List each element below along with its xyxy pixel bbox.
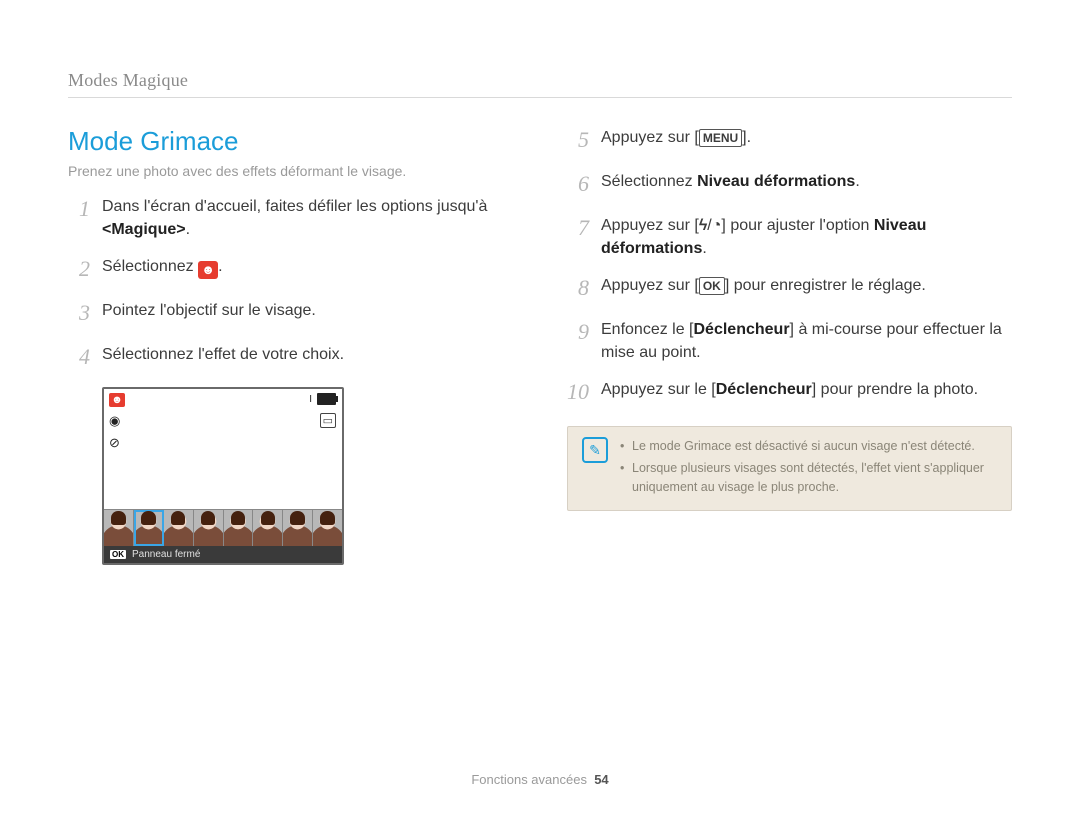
step-10: 10 Appuyez sur le [Déclencheur] pour pren… (567, 378, 1012, 408)
step-number: 10 (567, 376, 589, 408)
effect-thumb[interactable] (224, 510, 254, 546)
page-title: Mode Grimace (68, 126, 513, 157)
step-6: 6 Sélectionnez Niveau déformations. (567, 170, 1012, 200)
notes-list: Le mode Grimace est désactivé si aucun v… (620, 437, 997, 499)
effect-thumb[interactable] (164, 510, 194, 546)
step-body: Pointez l'objectif sur le visage. (102, 299, 513, 322)
step-text: Dans l'écran d'accueil, faites défiler l… (102, 198, 487, 215)
grimace-mode-icon (198, 261, 218, 279)
exposure-indicator-icon: I (309, 394, 314, 405)
note-item: Le mode Grimace est désactivé si aucun v… (620, 437, 997, 455)
step-7: 7 Appuyez sur [ϟ/◔] pour ajuster l'option… (567, 214, 1012, 260)
step-number: 9 (567, 316, 589, 348)
camera-preview: ☻ ◉ ⊘ ▭ I OK Panneau fermé (102, 387, 344, 565)
step-body: Sélectionnez l'effet de votre choix. (102, 343, 513, 366)
step-body: Appuyez sur le [Déclencheur] pour prendr… (601, 378, 1012, 401)
step-bold: Déclencheur (694, 321, 790, 338)
effect-thumb[interactable] (313, 510, 342, 546)
breadcrumb: Modes Magique (68, 70, 1012, 91)
step-number: 4 (68, 341, 90, 373)
step-bold: Niveau déformations (697, 173, 855, 190)
step-body: Dans l'écran d'accueil, faites défiler l… (102, 195, 513, 241)
step-8: 8 Appuyez sur [OK] pour enregistrer le ré… (567, 274, 1012, 304)
card-icon: ▭ (320, 413, 336, 428)
preview-footer-text: Panneau fermé (132, 549, 200, 560)
step-bold: Déclencheur (716, 381, 812, 398)
step-text: Appuyez sur [ (601, 217, 699, 234)
footer-label: Fonctions avancées (471, 772, 587, 787)
page-footer: Fonctions avancées 54 (0, 772, 1080, 787)
subtitle: Prenez une photo avec des effets déforma… (68, 163, 513, 179)
left-column: Mode Grimace Prenez une photo avec des e… (68, 126, 513, 565)
face-detect-icon: ◉ (109, 413, 120, 429)
effect-thumb[interactable] (104, 510, 134, 546)
menu-button-icon: MENU (699, 129, 742, 147)
step-number: 2 (68, 253, 90, 285)
effect-thumb[interactable] (194, 510, 224, 546)
step-text: ] pour ajuster l'option (721, 217, 873, 234)
effect-thumb[interactable] (134, 510, 164, 546)
step-body: Appuyez sur [ϟ/◔] pour ajuster l'option … (601, 214, 1012, 260)
ok-badge-icon: OK (110, 550, 126, 559)
battery-icon (317, 393, 336, 405)
step-text: . (702, 240, 706, 257)
step-1: 1 Dans l'écran d'accueil, faites défiler… (68, 195, 513, 241)
right-column: 5Appuyez sur [MENU].6Sélectionnez Niveau… (567, 126, 1012, 565)
step-5: 5 Appuyez sur [MENU]. (567, 126, 1012, 156)
page-number: 54 (594, 772, 608, 787)
divider (68, 97, 1012, 98)
step-text: Appuyez sur [ (601, 129, 699, 146)
ok-button-icon: OK (699, 277, 725, 295)
step-body: Sélectionnez . (102, 255, 513, 279)
note-icon: ✎ (582, 437, 608, 463)
step-text: . (855, 173, 859, 190)
step-text: Sélectionnez (102, 258, 198, 275)
step-3: 3 Pointez l'objectif sur le visage. (68, 299, 513, 329)
step-body: Appuyez sur [OK] pour enregistrer le rég… (601, 274, 1012, 297)
step-text: ] pour enregistrer le réglage. (725, 277, 926, 294)
step-9: 9 Enfoncez le [Déclencheur] à mi-course p… (567, 318, 1012, 364)
effect-thumb[interactable] (253, 510, 283, 546)
timer-icon: ◔ (712, 217, 722, 234)
step-body: Appuyez sur [MENU]. (601, 126, 1012, 149)
step-body: Enfoncez le [Déclencheur] à mi-course po… (601, 318, 1012, 364)
step-text: Appuyez sur le [ (601, 381, 716, 398)
right-steps-list: 5Appuyez sur [MENU].6Sélectionnez Niveau… (567, 126, 1012, 408)
step-number: 3 (68, 297, 90, 329)
left-steps-list: 1 Dans l'écran d'accueil, faites défiler… (68, 195, 513, 373)
flash-off-icon: ⊘ (109, 435, 120, 451)
step-text: ] pour prendre la photo. (812, 381, 978, 398)
step-number: 6 (567, 168, 589, 200)
step-4: 4 Sélectionnez l'effet de votre choix. (68, 343, 513, 373)
note-item: Lorsque plusieurs visages sont détectés,… (620, 459, 997, 495)
step-2: 2 Sélectionnez . (68, 255, 513, 285)
step-number: 7 (567, 212, 589, 244)
step-text: . (218, 258, 222, 275)
step-text: . (186, 221, 190, 238)
step-text: Sélectionnez (601, 173, 697, 190)
grimace-mode-icon: ☻ (109, 393, 125, 407)
step-text: Appuyez sur [ (601, 277, 699, 294)
step-text: Enfoncez le [ (601, 321, 694, 338)
preview-footer: OK Panneau fermé (104, 546, 342, 563)
preview-viewfinder: ☻ ◉ ⊘ ▭ I (104, 389, 342, 509)
step-number: 8 (567, 272, 589, 304)
step-bold: <Magique> (102, 221, 186, 238)
note-box: ✎ Le mode Grimace est désactivé si aucun… (567, 426, 1012, 510)
step-body: Sélectionnez Niveau déformations. (601, 170, 1012, 193)
step-text: ]. (742, 129, 751, 146)
step-number: 5 (567, 124, 589, 156)
effect-thumbstrip (104, 509, 342, 546)
effect-thumb[interactable] (283, 510, 313, 546)
step-number: 1 (68, 193, 90, 225)
